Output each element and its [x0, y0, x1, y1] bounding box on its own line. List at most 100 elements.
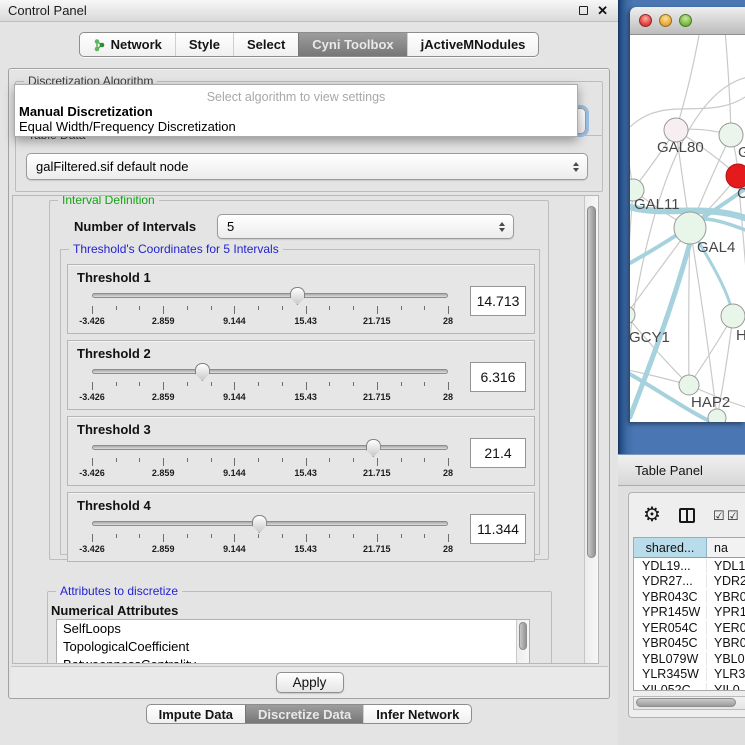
threshold-value-field[interactable]: 14.713 — [470, 286, 526, 316]
slider-knob[interactable] — [366, 439, 381, 457]
tick-label: 9.144 — [223, 392, 246, 402]
slider-track-icon[interactable] — [92, 369, 448, 374]
slider-tick-labels: -3.4262.8599.14415.4321.71528 — [92, 392, 448, 402]
threshold-slider[interactable]: -3.4262.8599.14415.4321.71528 — [92, 515, 448, 559]
tick-label: 28 — [443, 392, 453, 402]
tick-mark — [258, 534, 259, 538]
threshold-value-field[interactable]: 6.316 — [470, 362, 526, 392]
vertical-scrollbar-thumb[interactable] — [587, 206, 596, 558]
table-row[interactable]: YPR145WYPR1 — [634, 605, 745, 621]
tick-mark — [282, 458, 283, 462]
network-node[interactable] — [708, 409, 726, 422]
tab-cyni-toolbox[interactable]: Cyni Toolbox — [298, 33, 406, 56]
horizontal-scrollbar-thumb[interactable] — [636, 698, 736, 707]
column-header[interactable]: na — [707, 538, 745, 557]
tick-mark — [377, 382, 378, 390]
numerical-attributes-list[interactable]: SelfLoopsTopologicalCoefficientBetweenne… — [56, 619, 530, 664]
table-row[interactable]: YBR045CYBR0 — [634, 636, 745, 652]
attributes-group-label: Attributes to discretize — [56, 584, 182, 598]
gear-icon[interactable]: ⚙ — [643, 505, 661, 525]
tick-mark — [401, 306, 402, 310]
bottom-tab-discretize-data[interactable]: Discretize Data — [245, 705, 363, 723]
table-panel-titlebar: Table Panel — [618, 455, 745, 486]
table-row[interactable]: YER054CYER0 — [634, 620, 745, 636]
tick-mark — [139, 382, 140, 386]
slider-knob[interactable] — [195, 363, 210, 381]
algorithm-option[interactable]: Equal Width/Frequency Discretization — [15, 119, 577, 134]
node-table: shared...na YDL19...YDL1YDR27...YDR2YBR0… — [633, 537, 745, 691]
list-scrollbar[interactable] — [516, 620, 529, 664]
tab-select[interactable]: Select — [233, 33, 298, 56]
tick-label: 9.144 — [223, 468, 246, 478]
tab-label: Style — [189, 37, 220, 52]
tab-network[interactable]: Network — [80, 33, 175, 56]
table-cell: YPR1 — [707, 605, 745, 619]
table-row[interactable]: YLR345WYLR3 — [634, 667, 745, 683]
table-data-combobox[interactable]: galFiltered.sif default node — [26, 153, 588, 180]
table-row[interactable]: YDL19...YDL1 — [634, 558, 745, 574]
tick-label: 21.715 — [363, 316, 391, 326]
number-of-intervals-combobox[interactable]: 5 — [217, 214, 514, 239]
zoom-traffic-light-button[interactable] — [679, 14, 692, 27]
slider-tick-labels: -3.4262.8599.14415.4321.71528 — [92, 468, 448, 478]
network-canvas[interactable]: GAL80GACGAL11GAL4GCY1HHAP2 — [630, 35, 745, 422]
tick-label: 15.43 — [294, 392, 317, 402]
table-cell: YBR043C — [634, 590, 707, 604]
tick-label: 2.859 — [152, 468, 175, 478]
threshold-slider[interactable]: -3.4262.8599.14415.4321.71528 — [92, 363, 448, 407]
threshold-value-field[interactable]: 21.4 — [470, 438, 526, 468]
checkbox-icon[interactable]: ☑ — [727, 509, 739, 522]
slider-track-icon[interactable] — [92, 293, 448, 298]
apply-button[interactable]: Apply — [276, 672, 344, 693]
minimize-traffic-light-button[interactable] — [659, 14, 672, 27]
float-window-icon[interactable] — [579, 6, 588, 15]
vertical-scrollbar[interactable] — [584, 196, 598, 663]
column-header[interactable]: shared... — [634, 538, 707, 557]
horizontal-scrollbar[interactable] — [633, 696, 745, 710]
threshold-label: Threshold 3 — [77, 422, 151, 437]
tab-jactivemnodules[interactable]: jActiveMNodules — [407, 33, 539, 56]
table-row[interactable]: YBL079WYBL0 — [634, 651, 745, 667]
table-row[interactable]: YDR27...YDR2 — [634, 574, 745, 590]
network-node[interactable] — [721, 304, 745, 328]
network-node[interactable] — [679, 375, 699, 395]
tick-label: 9.144 — [223, 544, 246, 554]
tick-mark — [424, 534, 425, 538]
bottom-tabbar: Impute DataDiscretize DataInfer Network — [0, 704, 618, 724]
slider-knob[interactable] — [252, 515, 267, 533]
list-scrollbar-thumb[interactable] — [519, 622, 527, 650]
bottom-tab-infer-network[interactable]: Infer Network — [363, 705, 471, 723]
algorithm-option[interactable]: Manual Discretization — [15, 104, 577, 119]
threshold-slider[interactable]: -3.4262.8599.14415.4321.71528 — [92, 287, 448, 331]
slider-track-icon[interactable] — [92, 521, 448, 526]
table-panel-body: ⚙ ☑ ☑ shared...na YDL19...YDL1YDR27...YD… — [618, 486, 745, 745]
split-columns-icon[interactable] — [679, 508, 695, 523]
close-traffic-light-button[interactable] — [639, 14, 652, 27]
table-row[interactable]: YBR043CYBR0 — [634, 589, 745, 605]
network-window-titlebar — [630, 7, 745, 35]
attribute-list-item[interactable]: SelfLoops — [57, 620, 529, 638]
apply-strip: Apply — [11, 666, 608, 698]
tab-style[interactable]: Style — [175, 33, 233, 56]
tick-mark — [163, 306, 164, 314]
tick-mark — [306, 458, 307, 466]
threshold-value-field[interactable]: 11.344 — [470, 514, 526, 544]
threshold-slider[interactable]: -3.4262.8599.14415.4321.71528 — [92, 439, 448, 483]
tick-label: 2.859 — [152, 392, 175, 402]
close-icon[interactable]: ✕ — [597, 4, 608, 17]
checkbox-icon[interactable]: ☑ — [713, 509, 725, 522]
cyni-toolbox-panel: Discretization Algorithm Table Data galF… — [8, 68, 610, 699]
tick-mark — [306, 382, 307, 390]
attribute-list-item[interactable]: BetweennessCentrality — [57, 656, 529, 664]
attribute-list-item[interactable]: TopologicalCoefficient — [57, 638, 529, 656]
tick-mark — [424, 458, 425, 462]
slider-knob[interactable] — [290, 287, 305, 305]
tick-mark — [448, 458, 449, 466]
tick-label: 2.859 — [152, 544, 175, 554]
bottom-tab-impute-data[interactable]: Impute Data — [147, 705, 245, 723]
tick-label: 28 — [443, 468, 453, 478]
slider-track-icon[interactable] — [92, 445, 448, 450]
table-row[interactable]: YIL052CYIL0 — [634, 682, 745, 691]
tick-mark — [234, 306, 235, 314]
tick-mark — [424, 306, 425, 310]
